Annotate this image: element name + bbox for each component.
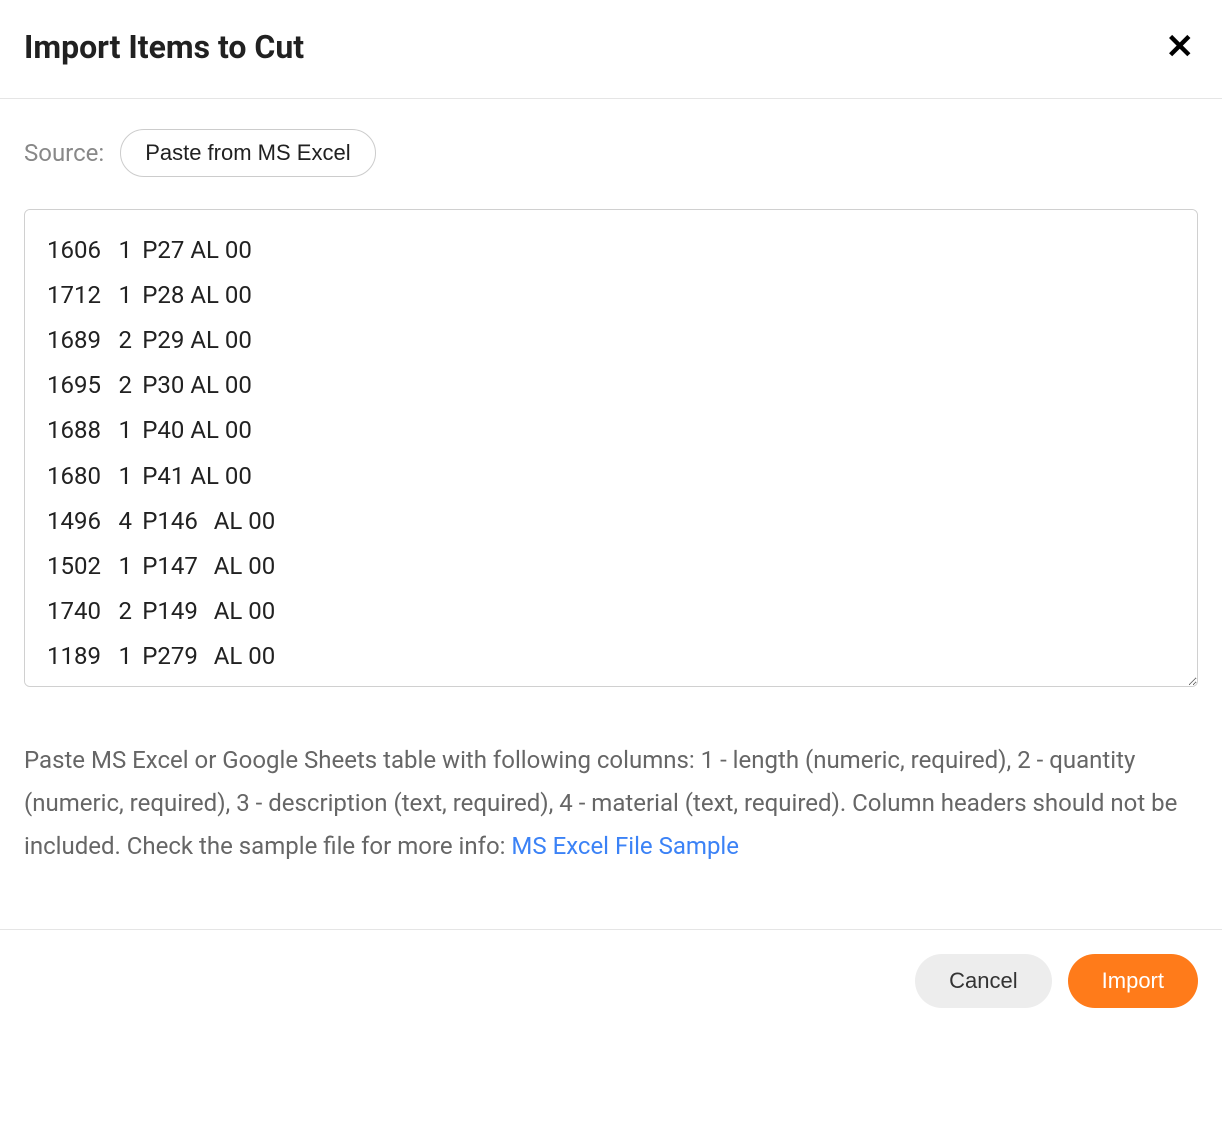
modal-title: Import Items to Cut — [24, 28, 304, 66]
source-label: Source: — [24, 139, 104, 167]
modal-header: Import Items to Cut ✕ — [0, 0, 1222, 99]
import-button[interactable]: Import — [1068, 954, 1198, 1008]
help-text: Paste MS Excel or Google Sheets table wi… — [24, 739, 1198, 869]
close-icon[interactable]: ✕ — [1162, 30, 1199, 64]
modal-footer: Cancel Import — [0, 929, 1222, 1032]
sample-file-link[interactable]: MS Excel File Sample — [511, 832, 739, 860]
source-row: Source: Paste from MS Excel — [24, 129, 1198, 177]
modal-body: Source: Paste from MS Excel Paste MS Exc… — [0, 99, 1222, 893]
import-modal: Import Items to Cut ✕ Source: Paste from… — [0, 0, 1222, 1032]
cancel-button[interactable]: Cancel — [915, 954, 1051, 1008]
source-select-chip[interactable]: Paste from MS Excel — [120, 129, 375, 177]
paste-textarea[interactable] — [24, 209, 1198, 687]
